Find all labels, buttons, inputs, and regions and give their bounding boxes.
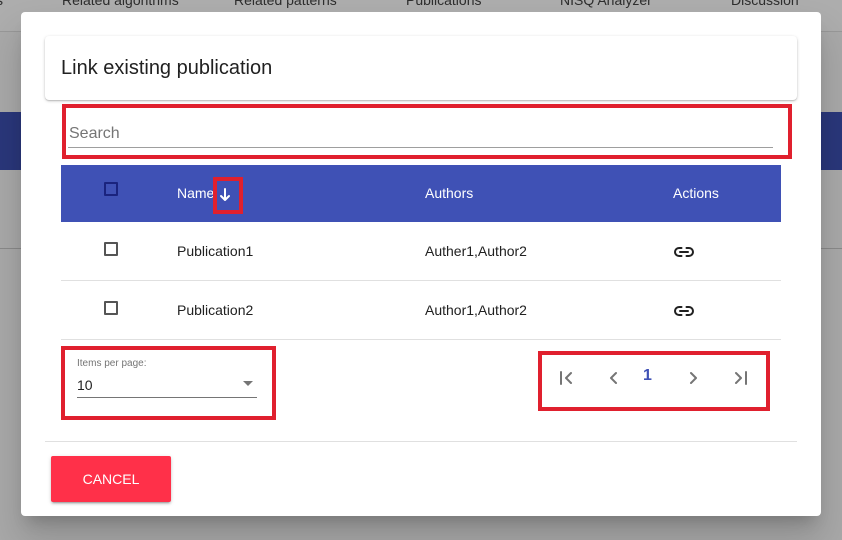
link-icon[interactable]	[672, 303, 696, 319]
dialog-title-card: Link existing publication	[45, 36, 797, 100]
arrow-down-icon[interactable]	[218, 187, 232, 203]
search-input[interactable]	[68, 120, 773, 148]
publication-authors: Auther1,Author2	[425, 243, 527, 259]
first-page-icon[interactable]	[553, 362, 581, 394]
column-header-actions: Actions	[673, 185, 719, 201]
cancel-button[interactable]: CANCEL	[51, 456, 171, 502]
table-row: Publication2 Author1,Author2	[61, 281, 781, 340]
link-publication-dialog: Link existing publication Name Authors A…	[21, 12, 821, 516]
column-header-authors: Authors	[425, 185, 474, 201]
dialog-actions-divider	[45, 441, 797, 442]
table-row: Publication1 Auther1,Author2	[61, 222, 781, 281]
last-page-icon[interactable]	[726, 362, 754, 394]
row-checkbox[interactable]	[104, 301, 118, 315]
row-checkbox[interactable]	[104, 242, 118, 256]
previous-page-icon[interactable]	[600, 362, 628, 394]
dialog-title: Link existing publication	[61, 57, 273, 79]
publication-name: Publication2	[177, 302, 254, 318]
publication-name: Publication1	[177, 243, 254, 259]
select-all-checkbox[interactable]	[104, 182, 118, 196]
link-icon[interactable]	[672, 244, 696, 260]
next-page-icon[interactable]	[679, 362, 707, 394]
current-page-number[interactable]: 1	[643, 367, 652, 385]
column-header-name[interactable]: Name	[177, 165, 214, 222]
items-per-page-select[interactable]	[73, 352, 263, 402]
publication-authors: Author1,Author2	[425, 302, 527, 318]
table-header: Name Authors Actions	[61, 165, 781, 222]
